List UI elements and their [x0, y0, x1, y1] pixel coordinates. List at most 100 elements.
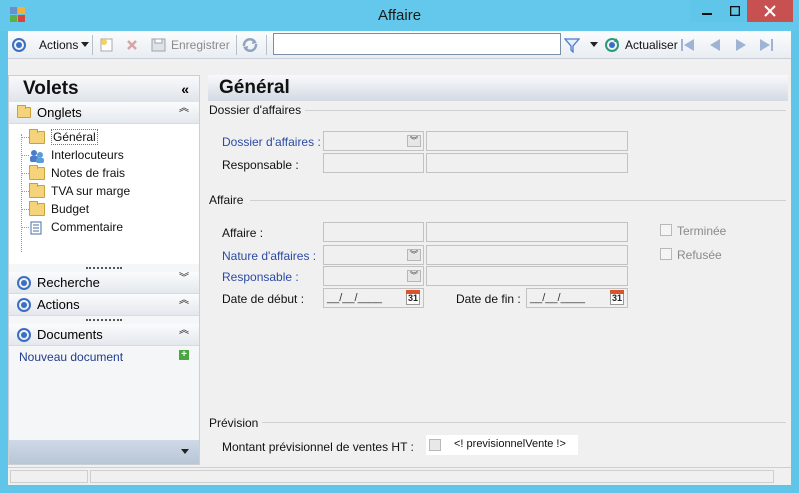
montant-icon: [429, 439, 441, 451]
options-button[interactable]: [12, 36, 26, 54]
title-bar: Affaire: [0, 0, 799, 31]
affaire-responsable-select[interactable]: ︾: [323, 266, 424, 286]
affaire-responsable-name-field[interactable]: [426, 266, 628, 286]
actions-label: Actions: [39, 38, 79, 52]
tabs-tree: Général Interlocuteurs Notes de frais TV…: [9, 124, 199, 264]
tree-item-label: Général: [51, 129, 98, 145]
filter-button[interactable]: [564, 36, 580, 54]
section-recherche[interactable]: Recherche ︾: [9, 272, 199, 294]
actions-section-icon: [17, 297, 31, 312]
sync-button[interactable]: [241, 36, 259, 54]
group-divider: [260, 422, 786, 423]
side-panel-header: Volets «: [9, 76, 199, 102]
chevron-down-icon: [181, 449, 189, 454]
tree-item-label: TVA sur marge: [51, 184, 131, 198]
dropdown-icon[interactable]: ︾: [407, 249, 421, 261]
nature-affaires-select[interactable]: ︾: [323, 245, 424, 265]
section-actions[interactable]: Actions ︽: [9, 294, 199, 316]
dossier-responsable-name-field[interactable]: [426, 153, 628, 173]
collapse-up-icon: ︽: [179, 295, 189, 306]
filter-dropdown-button[interactable]: [590, 36, 598, 54]
affaire-code-field[interactable]: [323, 222, 424, 242]
date-fin-value: __/__/____: [530, 292, 586, 304]
group-divider: [250, 200, 786, 201]
folder-icon: [29, 182, 45, 198]
dropdown-icon[interactable]: ︾: [407, 270, 421, 282]
toolbar: Actions Enregistrer Actualiser: [8, 31, 791, 59]
dossier-responsable-code-field[interactable]: [323, 153, 424, 173]
dossier-affaires-label[interactable]: Dossier d'affaires :: [222, 135, 321, 149]
filter-icon: [564, 38, 580, 53]
status-cell: [90, 470, 774, 483]
refresh-label: Actualiser: [625, 38, 678, 52]
resize-grip[interactable]: [9, 264, 199, 272]
refresh-button[interactable]: Actualiser: [604, 36, 678, 54]
resize-grip[interactable]: [9, 316, 199, 324]
tree-item-tva-sur-marge[interactable]: TVA sur marge: [9, 182, 199, 200]
section-documents[interactable]: Documents ︽: [9, 324, 199, 346]
documents-section-icon: [17, 327, 31, 342]
document-icon: [29, 221, 45, 234]
affaire-name-field[interactable]: [426, 222, 628, 242]
tree-item-label: Notes de frais: [51, 166, 126, 180]
new-button[interactable]: [100, 36, 114, 54]
search-input[interactable]: [273, 33, 561, 55]
tree-item-general[interactable]: Général: [9, 128, 199, 146]
folder-icon: [29, 200, 45, 216]
responsable-link-label[interactable]: Responsable :: [222, 270, 299, 284]
new-document-label: Nouveau document: [19, 350, 124, 364]
save-button[interactable]: Enregistrer: [151, 36, 230, 54]
save-icon: [151, 38, 166, 52]
tree-item-budget[interactable]: Budget: [9, 200, 199, 218]
date-fin-field[interactable]: __/__/____ 31: [526, 288, 628, 308]
side-panel: Volets « Onglets ︽ Général Interlocuteur…: [8, 75, 200, 465]
last-record-button[interactable]: [758, 36, 774, 54]
save-label: Enregistrer: [171, 38, 230, 52]
nature-affaires-name-field[interactable]: [426, 245, 628, 265]
last-icon: [760, 39, 773, 51]
folder-icon: [29, 164, 45, 180]
section-onglets-label: Onglets: [37, 105, 82, 120]
contacts-icon: [29, 149, 45, 163]
group-title-affaire: Affaire: [209, 193, 248, 207]
side-panel-title: Volets: [23, 78, 79, 99]
montant-value: <! previsionnelVente !>: [454, 438, 566, 450]
dossier-affaires-name-field[interactable]: [426, 131, 628, 151]
group-divider: [298, 110, 786, 111]
tree-item-interlocuteurs[interactable]: Interlocuteurs: [9, 146, 199, 164]
date-debut-label: Date de début :: [222, 292, 305, 306]
delete-button[interactable]: [126, 36, 138, 54]
montant-field[interactable]: <! previsionnelVente !>: [426, 435, 578, 455]
main-header: Général: [208, 75, 788, 101]
folder-icon: [17, 105, 31, 118]
actions-menu-button[interactable]: Actions: [39, 36, 90, 54]
nature-affaires-label[interactable]: Nature d'affaires :: [222, 249, 316, 263]
terminee-label: Terminée: [677, 224, 727, 238]
dropdown-icon[interactable]: ︾: [407, 135, 421, 147]
group-title-dossier: Dossier d'affaires: [209, 103, 306, 117]
tree-item-label: Budget: [51, 202, 90, 216]
tree-item-label: Commentaire: [51, 220, 124, 234]
collapse-panel-icon[interactable]: «: [181, 81, 189, 97]
previous-record-button[interactable]: [708, 36, 722, 54]
new-document-link[interactable]: Nouveau document +: [9, 346, 199, 368]
toolbar-separator: [236, 35, 237, 55]
page-title: Général: [219, 77, 290, 98]
date-fin-label: Date de fin :: [456, 292, 521, 306]
tree-item-notes-de-frais[interactable]: Notes de frais: [9, 164, 199, 182]
next-record-button[interactable]: [734, 36, 748, 54]
date-debut-field[interactable]: __/__/____ 31: [323, 288, 424, 308]
refusee-checkbox[interactable]: [660, 248, 672, 260]
calendar-icon[interactable]: 31: [610, 290, 624, 305]
first-icon: [681, 39, 694, 51]
options-icon: [12, 38, 26, 52]
section-onglets[interactable]: Onglets ︽: [9, 102, 199, 124]
side-panel-footer[interactable]: [9, 440, 199, 464]
terminee-checkbox[interactable]: [660, 224, 672, 236]
calendar-icon[interactable]: 31: [406, 290, 420, 305]
tree-item-commentaire[interactable]: Commentaire: [9, 218, 199, 236]
dossier-affaires-select[interactable]: ︾: [323, 131, 424, 151]
close-button[interactable]: [747, 0, 793, 22]
expand-down-icon: ︾: [179, 273, 189, 284]
first-record-button[interactable]: [680, 36, 696, 54]
